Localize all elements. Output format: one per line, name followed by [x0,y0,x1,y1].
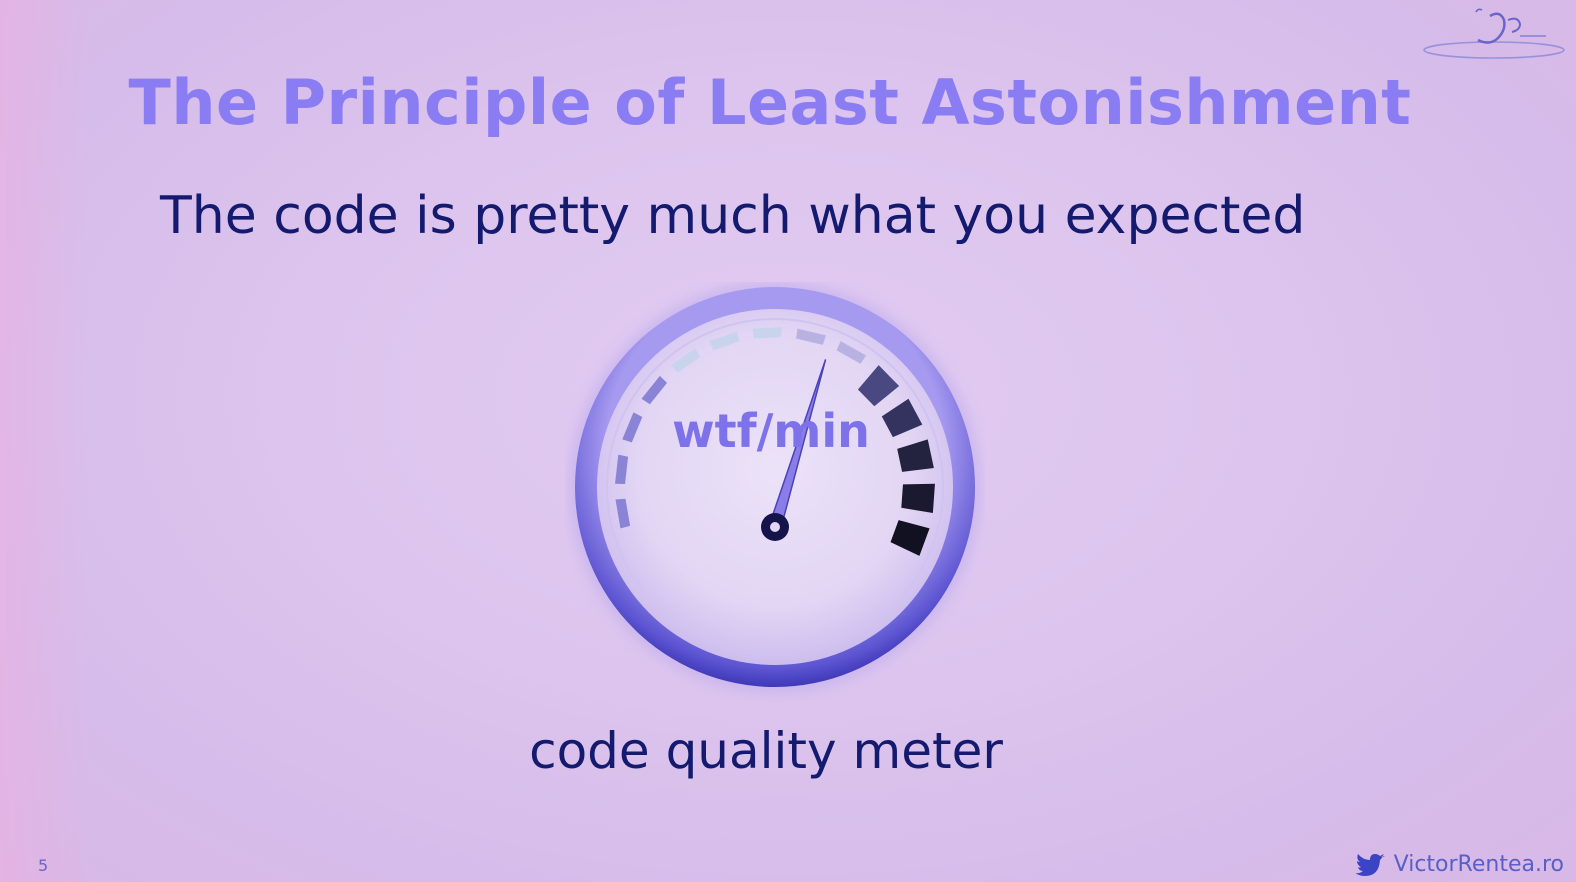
twitter-bird-icon [1355,853,1385,876]
slide-title: The Principle of Least Astonishment [128,66,1412,139]
footer-credit: VictorRentea.ro [1355,852,1564,877]
slide-number: 5 [38,856,49,875]
slide-subtitle: The code is pretty much what you expecte… [160,186,1306,246]
gauge-scale-segment [752,327,782,339]
gauge-scale-segment [901,483,935,513]
j-prime-logo-icon [1420,6,1568,64]
gauge-icon: wtf/min [569,281,981,693]
footer-credit-text: VictorRentea.ro [1393,852,1564,877]
code-quality-gauge: wtf/min [565,281,985,702]
gauge-label: wtf/min [672,404,870,458]
gauge-caption: code quality meter [529,722,1003,780]
